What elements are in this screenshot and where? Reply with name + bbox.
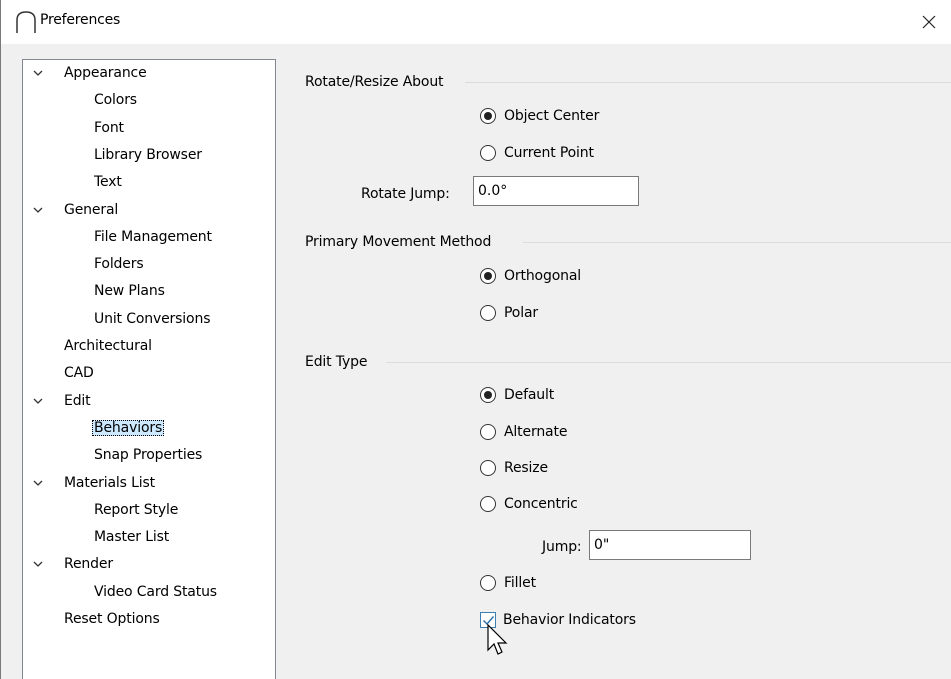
radio-polar[interactable]: Polar — [480, 302, 538, 324]
tree-item-folders[interactable]: Folders — [92, 251, 146, 277]
preferences-dialog: Preferences Appearance Colors Font Library … — [0, 0, 951, 679]
radio-label: Resize — [504, 460, 548, 476]
close-button[interactable] — [906, 0, 951, 44]
tree-item-label: Snap Properties — [94, 447, 203, 464]
radio-label: Default — [504, 387, 555, 403]
tree-item-video-card-status[interactable]: Video Card Status — [92, 579, 219, 605]
radio-button[interactable] — [480, 424, 496, 440]
radio-label: Current Point — [504, 145, 594, 161]
tree-item-colors[interactable]: Colors — [92, 87, 139, 113]
group-divider — [523, 242, 951, 243]
tree-item-label: CAD — [64, 365, 94, 382]
radio-button[interactable] — [480, 460, 496, 476]
tree-item-report-style[interactable]: Report Style — [92, 497, 180, 523]
tree-item-behaviors[interactable]: Behaviors — [92, 415, 165, 441]
tree-item-label: New Plans — [94, 283, 165, 300]
tree-item-label: Colors — [94, 92, 137, 109]
group-label-movement: Primary Movement Method — [305, 234, 492, 250]
group-label-rotate-resize: Rotate/Resize About — [305, 74, 444, 90]
radio-label: Fillet — [504, 575, 536, 591]
tree-item-general[interactable]: General — [33, 197, 120, 223]
tree-item-label: Materials List — [64, 474, 155, 491]
radio-button-checked[interactable] — [480, 387, 496, 403]
radio-label: Concentric — [504, 496, 578, 512]
radio-alternate[interactable]: Alternate — [480, 421, 567, 443]
rotate-jump-input[interactable]: 0.0° — [473, 176, 639, 206]
tree-item-label: Report Style — [94, 501, 179, 518]
tree-item-edit[interactable]: Edit — [33, 388, 93, 414]
radio-orthogonal[interactable]: Orthogonal — [480, 265, 581, 287]
tree-item-label: Behaviors — [92, 419, 165, 436]
arch-icon — [16, 11, 36, 33]
tree-item-snap-properties[interactable]: Snap Properties — [92, 442, 204, 468]
tree-item-label: Master List — [94, 529, 170, 546]
radio-button-checked[interactable] — [480, 108, 496, 124]
group-divider — [386, 362, 951, 363]
tree-item-label: Library Browser — [94, 146, 202, 163]
jump-label: Jump: — [542, 539, 582, 555]
radio-concentric[interactable]: Concentric — [480, 493, 578, 515]
jump-input[interactable]: 0" — [589, 530, 751, 560]
tree-item-label: Reset Options — [64, 611, 160, 627]
radio-current-point[interactable]: Current Point — [480, 142, 594, 164]
category-tree[interactable]: Appearance Colors Font Library Browser Text G… — [22, 59, 276, 679]
tree-item-font[interactable]: Font — [92, 115, 126, 141]
radio-default[interactable]: Default — [480, 384, 554, 406]
tree-item-label: Text — [94, 174, 122, 191]
tree-item-architectural[interactable]: Architectural — [62, 333, 154, 359]
tree-item-label: Edit — [64, 392, 91, 409]
checkbox-label: Behavior Indicators — [503, 612, 636, 628]
radio-fillet[interactable]: Fillet — [480, 572, 536, 594]
radio-button[interactable] — [480, 305, 496, 321]
tree-item-render[interactable]: Render — [33, 551, 115, 577]
radio-button-checked[interactable] — [480, 268, 496, 284]
radio-label: Alternate — [504, 424, 568, 440]
chevron-down-icon[interactable] — [31, 557, 45, 571]
tree-item-reset-options[interactable]: Reset Options — [62, 606, 162, 632]
group-divider — [465, 82, 951, 83]
tree-item-label: Folders — [94, 256, 144, 273]
tree-item-unit-conversions[interactable]: Unit Conversions — [92, 306, 212, 332]
title-bar: Preferences — [1, 0, 951, 44]
radio-label: Polar — [504, 305, 538, 321]
rotate-jump-label: Rotate Jump: — [361, 186, 450, 202]
chevron-down-icon[interactable] — [31, 66, 45, 80]
tree-item-materials-list[interactable]: Materials List — [33, 470, 157, 496]
tree-item-label: Appearance — [64, 65, 147, 81]
radio-object-center[interactable]: Object Center — [480, 105, 599, 127]
radio-label: Orthogonal — [504, 268, 581, 284]
group-label-edit-type: Edit Type — [305, 354, 368, 370]
mouse-pointer-icon — [487, 624, 508, 655]
dialog-title: Preferences — [40, 12, 121, 28]
radio-button[interactable] — [480, 496, 496, 512]
radio-resize[interactable]: Resize — [480, 457, 548, 479]
tree-item-file-management[interactable]: File Management — [92, 224, 214, 250]
radio-button[interactable] — [480, 575, 496, 591]
tree-item-label: Render — [64, 556, 113, 573]
chevron-down-icon[interactable] — [31, 476, 45, 490]
tree-item-label: File Management — [94, 228, 212, 245]
tree-item-label: Unit Conversions — [94, 310, 211, 327]
tree-item-label: Architectural — [64, 338, 152, 354]
radio-button[interactable] — [480, 145, 496, 161]
chevron-down-icon[interactable] — [31, 203, 45, 217]
chevron-down-icon[interactable] — [31, 394, 45, 408]
tree-item-label: Video Card Status — [94, 583, 217, 600]
tree-item-text[interactable]: Text — [92, 169, 124, 195]
tree-item-label: Font — [94, 119, 124, 136]
tree-item-appearance[interactable]: Appearance — [33, 60, 149, 86]
tree-item-label: General — [64, 201, 119, 218]
tree-item-master-list[interactable]: Master List — [92, 524, 171, 550]
radio-label: Object Center — [504, 108, 600, 124]
close-icon — [922, 15, 936, 29]
tree-item-new-plans[interactable]: New Plans — [92, 278, 167, 304]
tree-item-cad[interactable]: CAD — [62, 360, 96, 386]
tree-item-library-browser[interactable]: Library Browser — [92, 142, 204, 168]
